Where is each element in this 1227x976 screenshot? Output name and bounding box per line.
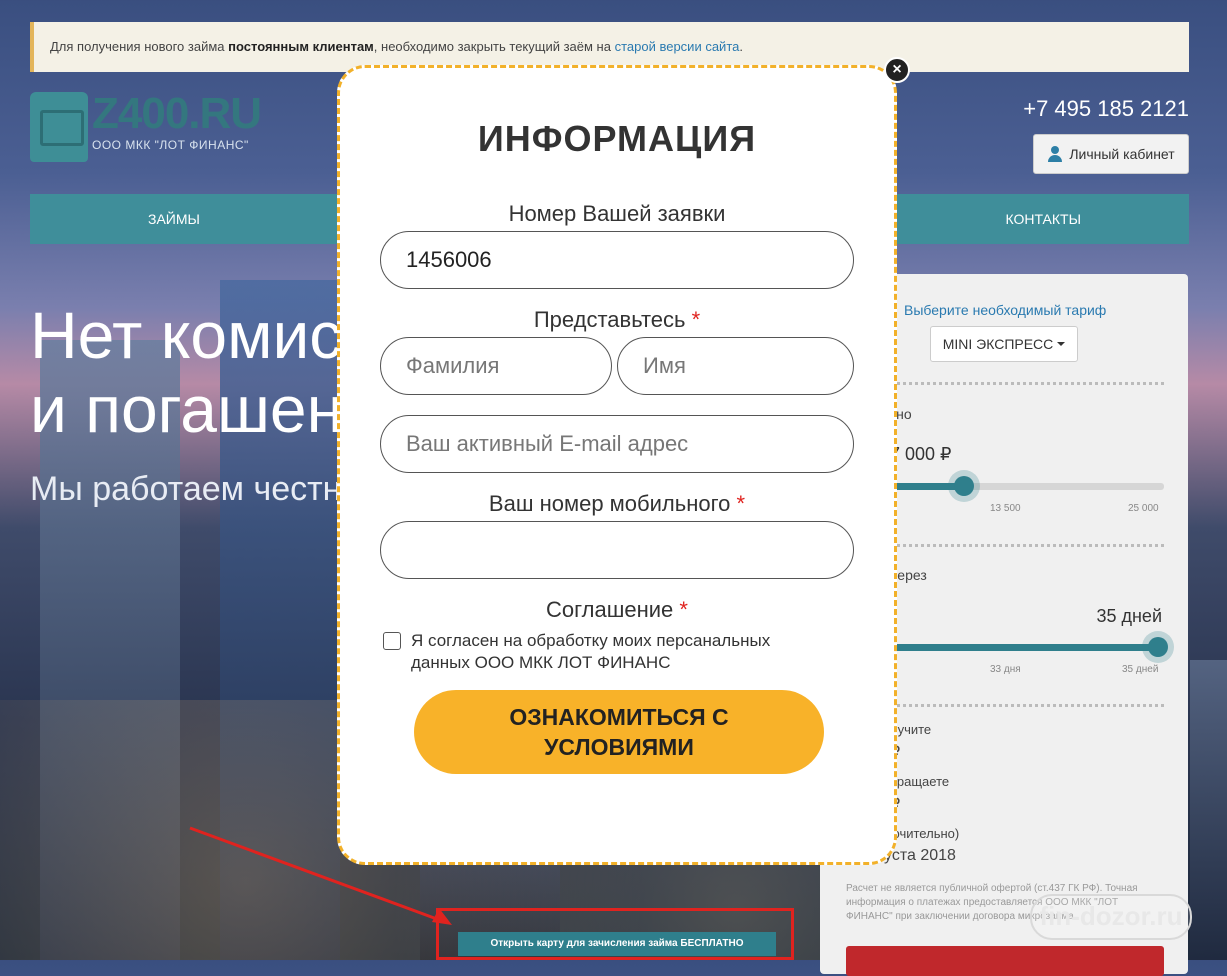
nav-item-loans[interactable]: ЗАЙМЫ <box>148 194 200 244</box>
amount-tick: 25 000 <box>1128 503 1159 514</box>
notice-text-middle: , необходимо закрыть текущий заём на <box>373 39 615 54</box>
required-mark: * <box>736 491 746 516</box>
personal-cabinet-button[interactable]: Личный кабинет <box>1033 134 1189 174</box>
cabinet-label: Личный кабинет <box>1069 146 1175 162</box>
tariff-select[interactable]: MINI ЭКСПРЕСС <box>930 326 1078 362</box>
amount-value: 7 000 ₽ <box>890 444 952 464</box>
nav-item-contacts[interactable]: КОНТАКТЫ <box>1005 194 1081 244</box>
amount-tick: 13 500 <box>990 503 1021 514</box>
open-card-button[interactable]: Открыть карту для зачисления займа БЕСПЛ… <box>458 932 776 956</box>
tariff-label: Выберите необходимый тариф <box>904 302 1107 318</box>
introduce-label-text: Представьтесь <box>533 307 686 332</box>
term-value: 35 дней <box>1096 606 1162 626</box>
agreement-label-text: Соглашение <box>546 597 674 622</box>
introduce-label: Представьтесь * <box>340 307 894 333</box>
hero-title: Нет комис и погашен <box>30 298 344 446</box>
required-mark: * <box>679 597 688 622</box>
date-value: уста 2018 <box>884 847 956 864</box>
firstname-input[interactable] <box>617 337 854 395</box>
term-slider-fill <box>890 644 1164 651</box>
phone-label: Ваш номер мобильного * <box>340 491 894 517</box>
return-label: вращаете <box>890 774 950 789</box>
term-tick: 35 дней <box>1122 664 1159 675</box>
divider <box>890 544 1164 547</box>
watermark: fin-dozor.ru <box>1030 894 1192 940</box>
view-terms-button[interactable]: ОЗНАКОМИТЬСЯ С УСЛОВИЯМИ <box>414 690 824 774</box>
date-label: ючительно) <box>890 826 960 841</box>
agreement-label: Соглашение * <box>340 597 894 623</box>
application-label: Номер Вашей заявки <box>508 201 726 226</box>
mobile-phone-input[interactable] <box>380 521 854 579</box>
phone-label-text: Ваш номер мобильного <box>488 491 731 516</box>
notice-text-end: . <box>739 39 743 54</box>
divider <box>890 704 1164 707</box>
hero-subtitle: Мы работаем честн <box>30 470 342 508</box>
site-logo[interactable]: Z400.RU ООО МКК "ЛОТ ФИНАНС" <box>30 89 262 162</box>
wallet-logo-icon <box>30 92 88 162</box>
amount-slider[interactable] <box>890 483 1164 490</box>
agreement-row: Я согласен на обработку моих персанальны… <box>383 630 811 674</box>
term-tick: 33 дня <box>990 664 1021 675</box>
term-slider[interactable] <box>890 644 1164 651</box>
close-icon[interactable]: × <box>884 57 910 83</box>
tariff-value: MINI ЭКСПРЕСС <box>942 336 1054 352</box>
notice-text: Для получения нового займа <box>50 39 229 54</box>
logo-subtitle: ООО МКК "ЛОТ ФИНАНС" <box>92 138 249 152</box>
application-number-input[interactable] <box>380 231 854 289</box>
agreement-text: Я согласен на обработку моих персанальны… <box>411 631 771 672</box>
divider <box>890 382 1164 385</box>
caret-down-icon <box>1057 342 1066 346</box>
term-slider-handle[interactable] <box>1148 637 1168 657</box>
info-modal: ИНФОРМАЦИЯ Номер Вашей заявки Представьт… <box>337 65 897 865</box>
lastname-input[interactable] <box>380 337 612 395</box>
get-loan-button[interactable] <box>846 946 1164 976</box>
amount-slider-handle[interactable] <box>953 476 974 496</box>
agreement-checkbox[interactable] <box>383 632 401 650</box>
notice-bold: постоянным клиентам <box>228 39 374 54</box>
phone-number[interactable]: +7 495 185 2121 <box>1023 96 1189 122</box>
required-mark: * <box>691 307 701 332</box>
amount-slider-fill <box>890 483 964 490</box>
email-input[interactable] <box>380 415 854 473</box>
logo-title: Z400.RU <box>92 89 262 138</box>
old-site-link[interactable]: старой версии сайта <box>615 39 740 54</box>
modal-title: ИНФОРМАЦИЯ <box>477 118 757 159</box>
user-icon <box>1047 146 1063 162</box>
